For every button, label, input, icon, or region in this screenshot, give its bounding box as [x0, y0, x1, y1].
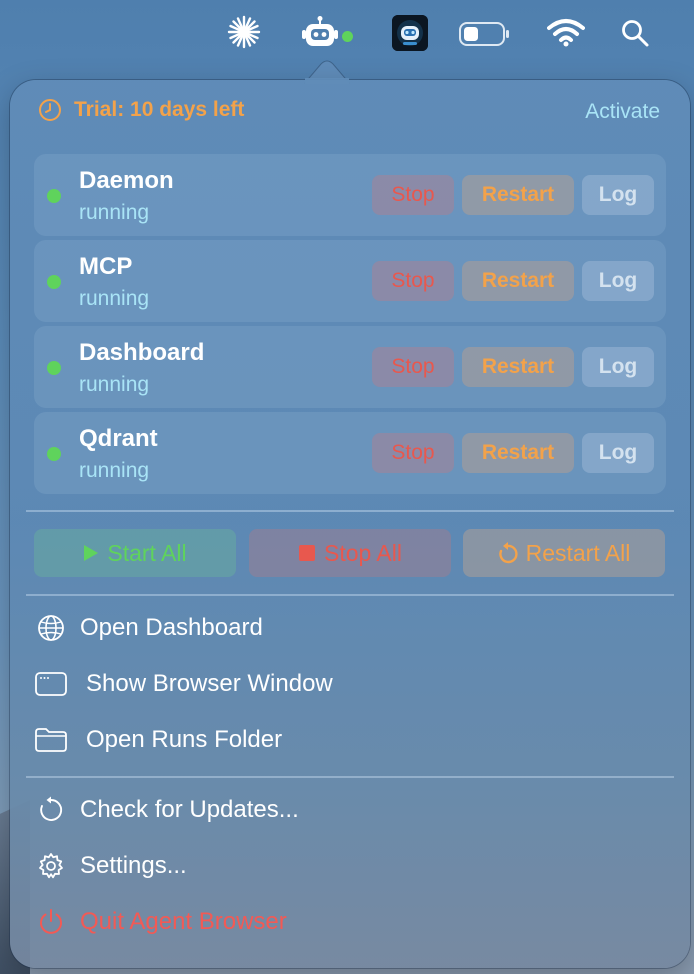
service-status: running: [79, 201, 150, 224]
service-status: running: [79, 459, 150, 482]
play-icon: [83, 544, 99, 562]
open-runs-folder-label: Open Runs Folder: [86, 726, 283, 753]
running-status-dot: [47, 447, 61, 461]
service-status: running: [79, 287, 150, 310]
settings-item[interactable]: Settings...: [34, 852, 187, 880]
check-updates-item[interactable]: Check for Updates...: [34, 796, 299, 824]
stop-button[interactable]: Stop: [372, 175, 454, 215]
browser-window-icon: [34, 672, 68, 696]
divider: [26, 776, 674, 778]
service-row-mcp: MCP running Stop Restart Log: [34, 240, 666, 322]
avatar-icon[interactable]: [392, 15, 428, 51]
settings-label: Settings...: [80, 852, 187, 879]
log-button[interactable]: Log: [582, 347, 654, 387]
quit-item[interactable]: Quit Agent Browser: [34, 908, 287, 936]
trial-status: Trial: 10 days left: [38, 98, 244, 122]
open-dashboard-label: Open Dashboard: [80, 614, 263, 641]
menu-bar: [0, 0, 694, 66]
service-name: MCP: [79, 253, 133, 280]
robot-icon[interactable]: [300, 14, 340, 50]
divider: [26, 594, 674, 596]
gear-icon: [34, 852, 68, 880]
status-dot: [342, 31, 353, 42]
service-row-daemon: Daemon running Stop Restart Log: [34, 154, 666, 236]
stop-button[interactable]: Stop: [372, 261, 454, 301]
battery-icon[interactable]: [458, 20, 512, 48]
restart-all-label: Restart All: [525, 539, 631, 566]
globe-icon: [34, 614, 68, 642]
log-button[interactable]: Log: [582, 433, 654, 473]
service-name: Daemon: [79, 167, 174, 194]
folder-icon: [34, 728, 68, 752]
check-updates-label: Check for Updates...: [80, 796, 299, 823]
start-all-label: Start All: [107, 539, 187, 566]
quit-label: Quit Agent Browser: [80, 908, 287, 935]
service-status: running: [79, 373, 150, 396]
stop-square-icon: [298, 544, 316, 562]
show-browser-window-item[interactable]: Show Browser Window: [34, 670, 333, 698]
running-status-dot: [47, 189, 61, 203]
open-dashboard-item[interactable]: Open Dashboard: [34, 614, 263, 642]
restart-button[interactable]: Restart: [462, 347, 574, 387]
search-icon[interactable]: [618, 16, 652, 50]
service-name: Qdrant: [79, 425, 158, 452]
clock-icon: [39, 99, 61, 121]
stop-all-label: Stop All: [324, 539, 402, 566]
restart-all-button[interactable]: Restart All: [463, 529, 665, 577]
running-status-dot: [47, 275, 61, 289]
stop-button[interactable]: Stop: [372, 433, 454, 473]
service-name: Dashboard: [79, 339, 205, 366]
service-row-dashboard: Dashboard running Stop Restart Log: [34, 326, 666, 408]
refresh-icon: [34, 796, 68, 824]
activate-link[interactable]: Activate: [585, 100, 660, 124]
asterisk-spark-icon[interactable]: [226, 14, 262, 50]
restart-button[interactable]: Restart: [462, 433, 574, 473]
wifi-icon[interactable]: [546, 16, 586, 50]
stop-button[interactable]: Stop: [372, 347, 454, 387]
log-button[interactable]: Log: [582, 261, 654, 301]
stop-all-button[interactable]: Stop All: [249, 529, 451, 577]
open-runs-folder-item[interactable]: Open Runs Folder: [34, 726, 282, 754]
restart-icon: [498, 542, 518, 564]
services-list: Daemon running Stop Restart Log MCP runn…: [34, 154, 666, 498]
show-browser-window-label: Show Browser Window: [86, 670, 333, 697]
popover-arrow-joint: [305, 78, 349, 84]
start-all-button[interactable]: Start All: [34, 529, 236, 577]
running-status-dot: [47, 361, 61, 375]
service-row-qdrant: Qdrant running Stop Restart Log: [34, 412, 666, 494]
power-icon: [34, 908, 68, 936]
restart-button[interactable]: Restart: [462, 261, 574, 301]
trial-label: Trial: 10 days left: [74, 98, 245, 121]
log-button[interactable]: Log: [582, 175, 654, 215]
divider: [26, 510, 674, 512]
restart-button[interactable]: Restart: [462, 175, 574, 215]
